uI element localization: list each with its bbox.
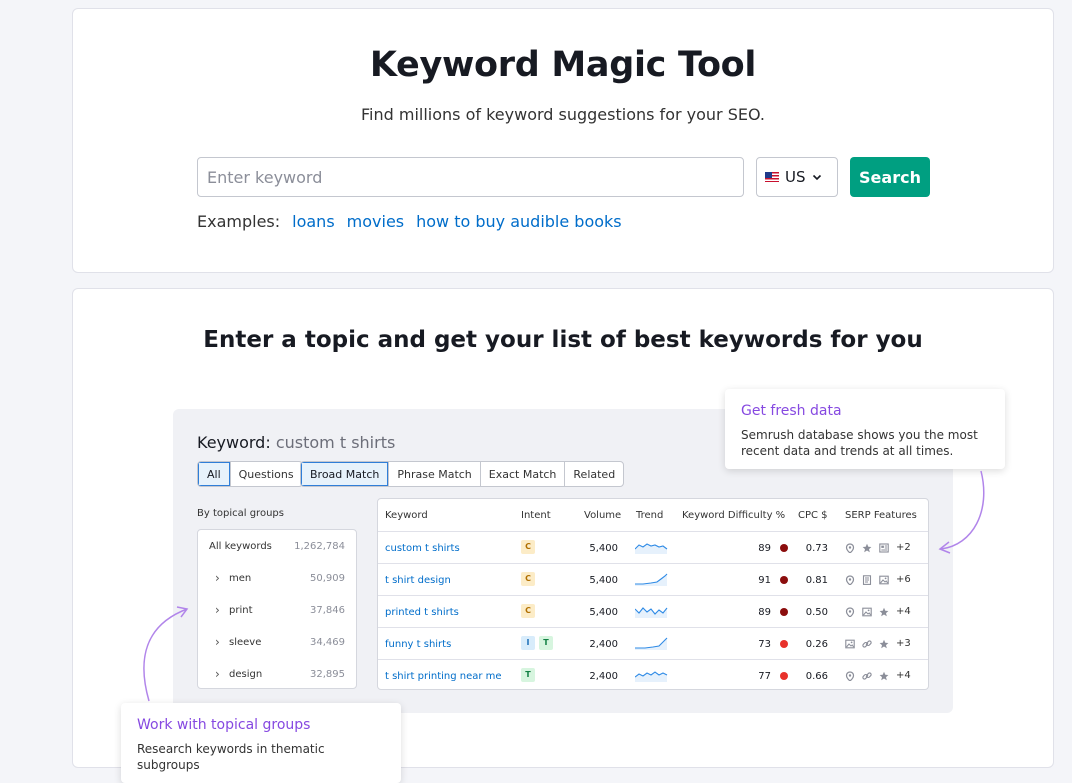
arrow-to-serp (940, 470, 985, 550)
examples-label: Examples: (197, 212, 281, 231)
hero-card: Keyword Magic Tool Find millions of keyw… (72, 8, 1054, 273)
chevron-down-icon (812, 174, 821, 181)
search-button[interactable]: Search (850, 157, 930, 197)
country-select[interactable]: US (756, 157, 838, 197)
arrow-to-groups (143, 608, 188, 702)
promo-card: Enter a topic and get your list of best … (72, 288, 1054, 783)
keyword-input[interactable] (197, 157, 744, 197)
country-value: US (785, 168, 806, 186)
examples-row: Examples: loans movies how to buy audibl… (197, 212, 622, 231)
us-flag-icon (765, 172, 779, 182)
decorative-arrows (143, 470, 985, 702)
example-link-movies[interactable]: movies (347, 212, 404, 231)
example-link-audible[interactable]: how to buy audible books (416, 212, 622, 231)
page-subtitle: Find millions of keyword suggestions for… (361, 105, 765, 124)
page-title: Keyword Magic Tool (369, 45, 757, 85)
example-link-loans[interactable]: loans (292, 212, 335, 231)
